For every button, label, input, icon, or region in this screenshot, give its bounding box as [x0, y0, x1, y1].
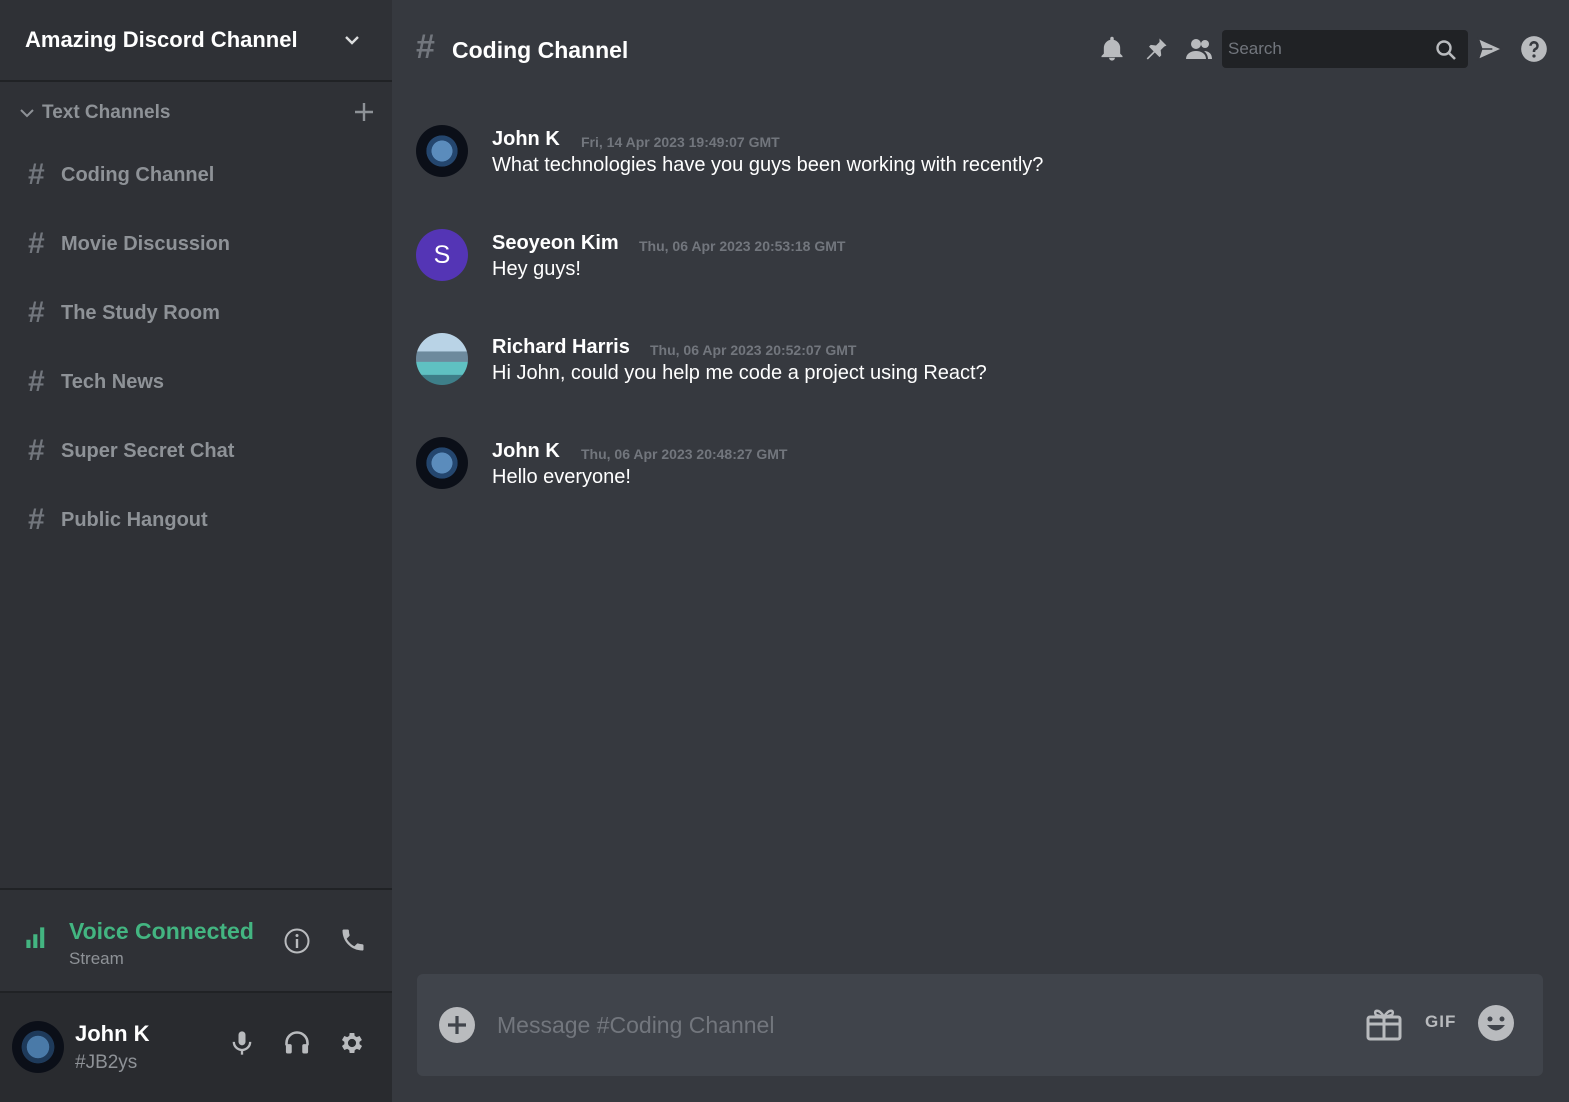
channel-movie-discussion[interactable]: # Movie Discussion: [28, 224, 378, 264]
avatar[interactable]: [416, 437, 468, 489]
message-timestamp: Thu, 06 Apr 2023 20:53:18 GMT: [639, 238, 846, 254]
main-chat: # Coding Channel John K Fri, 14 Apr 2023…: [392, 0, 1569, 1102]
search-box[interactable]: [1222, 30, 1468, 68]
bell-icon[interactable]: [1098, 35, 1126, 63]
user-panel: John K #JB2ys: [0, 993, 392, 1102]
hash-icon: #: [28, 434, 45, 467]
sidebar: Amazing Discord Channel Text Channels # …: [0, 0, 392, 1102]
help-icon[interactable]: [1520, 35, 1548, 63]
emoji-icon[interactable]: [1477, 1004, 1515, 1042]
channel-label: Movie Discussion: [61, 232, 230, 255]
voice-status-title: Voice Connected: [69, 918, 254, 944]
category-label: Text Channels: [42, 102, 171, 123]
hash-icon: #: [28, 158, 45, 191]
message-text: Hello everyone!: [492, 466, 631, 488]
message: John K Thu, 06 Apr 2023 20:48:27 GMT Hel…: [416, 432, 1556, 522]
avatar[interactable]: [416, 333, 468, 385]
user-tag: #JB2ys: [75, 1052, 138, 1073]
members-icon[interactable]: [1185, 35, 1213, 63]
avatar[interactable]: [416, 125, 468, 177]
message-timestamp: Thu, 06 Apr 2023 20:52:07 GMT: [650, 342, 857, 358]
channel-super-secret-chat[interactable]: # Super Secret Chat: [28, 431, 378, 471]
message: S Seoyeon Kim Thu, 06 Apr 2023 20:53:18 …: [416, 224, 1556, 314]
hash-icon: #: [28, 503, 45, 536]
voice-status-subtitle: Stream: [69, 949, 124, 968]
hash-icon: #: [28, 227, 45, 260]
send-icon[interactable]: [1476, 35, 1504, 63]
channel-tech-news[interactable]: # Tech News: [28, 362, 378, 402]
category-text-channels[interactable]: Text Channels: [18, 99, 378, 127]
message-text: Hey guys!: [492, 258, 581, 280]
channel-label: Public Hangout: [61, 508, 208, 531]
hash-icon: #: [416, 28, 435, 66]
add-attachment-icon[interactable]: [438, 1006, 476, 1044]
channel-header: # Coding Channel: [392, 0, 1569, 100]
message-composer: GIF: [417, 974, 1543, 1076]
message: John K Fri, 14 Apr 2023 19:49:07 GMT Wha…: [416, 120, 1556, 210]
hash-icon: #: [28, 296, 45, 329]
message-timestamp: Thu, 06 Apr 2023 20:48:27 GMT: [581, 446, 788, 462]
microphone-icon[interactable]: [228, 1029, 256, 1057]
headphones-icon[interactable]: [283, 1029, 311, 1057]
message-timestamp: Fri, 14 Apr 2023 19:49:07 GMT: [581, 134, 780, 150]
message-text: Hi John, could you help me code a projec…: [492, 362, 987, 384]
message-author[interactable]: Seoyeon Kim: [492, 232, 619, 255]
message-author[interactable]: John K: [492, 440, 560, 463]
disconnect-phone-icon[interactable]: [339, 926, 367, 954]
channel-title: Coding Channel: [452, 37, 629, 63]
hash-icon: #: [28, 365, 45, 398]
channel-study-room[interactable]: # The Study Room: [28, 293, 378, 333]
message: Richard Harris Thu, 06 Apr 2023 20:52:07…: [416, 328, 1556, 418]
message-author[interactable]: John K: [492, 128, 560, 151]
message-author[interactable]: Richard Harris: [492, 336, 630, 359]
gift-icon[interactable]: [1365, 1004, 1403, 1042]
avatar[interactable]: S: [416, 229, 468, 281]
search-icon[interactable]: [1434, 38, 1458, 62]
signal-icon: [26, 927, 45, 948]
avatar-initial: S: [433, 240, 451, 269]
chevron-down-icon: [20, 109, 34, 118]
server-name: Amazing Discord Channel: [25, 27, 298, 52]
channel-label: The Study Room: [61, 301, 220, 324]
message-text: What technologies have you guys been wor…: [492, 154, 1044, 176]
gear-icon[interactable]: [338, 1029, 366, 1057]
channel-label: Coding Channel: [61, 163, 215, 186]
plus-icon[interactable]: [352, 100, 376, 124]
channel-label: Tech News: [61, 370, 164, 393]
pin-icon[interactable]: [1142, 35, 1170, 63]
voice-panel: Voice Connected Stream: [0, 888, 392, 993]
user-name: John K: [75, 1021, 150, 1046]
message-input[interactable]: [497, 1010, 1347, 1040]
info-icon[interactable]: [283, 927, 311, 955]
channel-public-hangout[interactable]: # Public Hangout: [28, 500, 378, 540]
chevron-down-icon[interactable]: [342, 30, 362, 50]
server-header[interactable]: Amazing Discord Channel: [0, 0, 392, 82]
channel-label: Super Secret Chat: [61, 439, 235, 462]
gif-button[interactable]: GIF: [1425, 1012, 1456, 1032]
search-input[interactable]: [1228, 38, 1428, 60]
channel-coding[interactable]: # Coding Channel: [28, 155, 378, 195]
avatar[interactable]: [12, 1021, 64, 1073]
